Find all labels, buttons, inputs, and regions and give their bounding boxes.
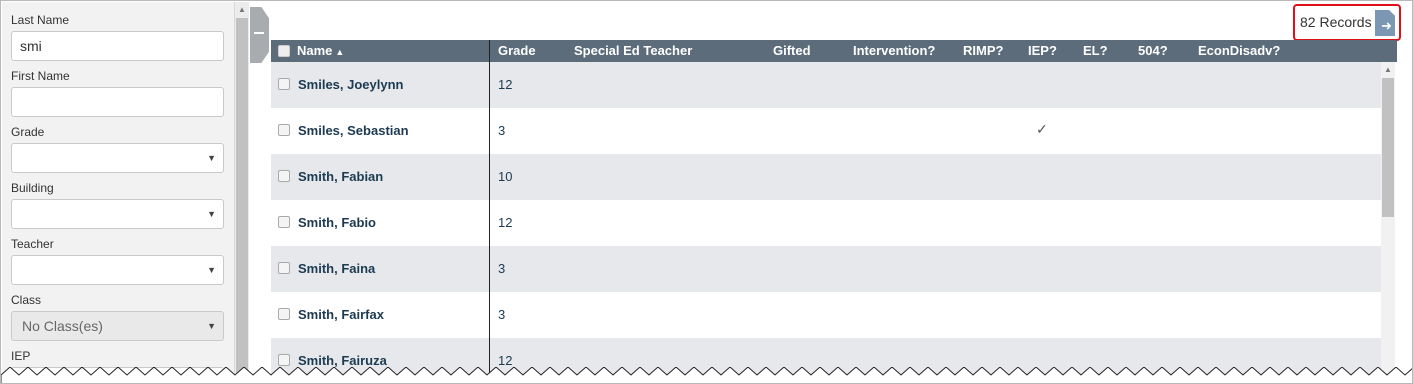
class-label: Class — [11, 293, 42, 307]
scroll-up-icon[interactable]: ▲ — [238, 5, 246, 14]
chevron-down-icon: ▼ — [207, 153, 216, 163]
iep-label: IEP — [11, 349, 31, 363]
minus-icon — [254, 32, 264, 34]
row-checkbox[interactable] — [278, 262, 290, 274]
student-grid: Name ▲ Grade Special Ed Teacher Gifted In… — [271, 40, 1397, 383]
class-field-group: Class No Class(es) ▼ — [11, 292, 225, 341]
records-count: 82 Records — [1300, 14, 1372, 30]
student-grade: 12 — [498, 353, 513, 368]
scroll-up-icon[interactable]: ▲ — [1384, 65, 1392, 74]
grid-header: Name ▲ Grade Special Ed Teacher Gifted In… — [271, 40, 1397, 62]
torn-edge-decoration — [1, 367, 1412, 383]
row-checkbox[interactable] — [278, 216, 290, 228]
class-select-value: No Class(es) — [22, 318, 103, 334]
chevron-down-icon: ▼ — [207, 321, 216, 331]
first-name-field-group: First Name — [11, 68, 225, 117]
arrow-right-icon: ➜ — [1381, 18, 1392, 33]
first-name-label: First Name — [11, 69, 70, 83]
sort-ascending-icon: ▲ — [335, 47, 345, 57]
sidebar-scrollbar[interactable]: ▲ — [235, 2, 249, 383]
frozen-column-divider — [489, 40, 490, 383]
grid-scrollbar-thumb[interactable] — [1382, 78, 1394, 217]
table-row[interactable]: Smith, Faina 3 — [271, 246, 1381, 292]
first-name-input[interactable] — [11, 87, 224, 117]
student-name[interactable]: Smith, Fabian — [298, 169, 383, 184]
sidebar-scrollbar-thumb[interactable] — [236, 18, 248, 383]
student-name[interactable]: Smith, Fairfax — [298, 307, 384, 322]
chevron-down-icon: ▼ — [207, 265, 216, 275]
last-name-input[interactable] — [11, 31, 224, 61]
student-name[interactable]: Smiles, Sebastian — [298, 123, 409, 138]
chevron-down-icon: ▼ — [207, 209, 216, 219]
column-header-504[interactable]: 504? — [1138, 43, 1168, 58]
grade-label: Grade — [11, 125, 45, 139]
grid-scrollbar[interactable]: ▲ — [1381, 62, 1395, 383]
building-select[interactable]: ▼ — [11, 199, 224, 229]
student-name[interactable]: Smith, Fairuza — [298, 353, 387, 368]
student-grade: 3 — [498, 123, 506, 138]
iep-check-icon: ✓ — [1036, 121, 1048, 137]
records-count-box: 82 Records ➜ — [1293, 4, 1401, 41]
collapse-sidebar-button[interactable] — [250, 7, 269, 63]
row-checkbox[interactable] — [278, 78, 290, 90]
row-checkbox[interactable] — [278, 308, 290, 320]
building-label: Building — [11, 181, 54, 195]
row-checkbox[interactable] — [278, 354, 290, 366]
column-header-special-ed-teacher[interactable]: Special Ed Teacher — [574, 43, 692, 58]
column-header-econdisadv[interactable]: EconDisadv? — [1198, 43, 1280, 58]
table-row[interactable]: Smith, Fabian 10 — [271, 154, 1381, 200]
student-grade: 12 — [498, 215, 513, 230]
row-checkbox[interactable] — [278, 124, 290, 136]
select-all-checkbox[interactable] — [278, 45, 290, 57]
column-header-iep[interactable]: IEP? — [1028, 43, 1057, 58]
grid-body: Smiles, Joeylynn 12 Smiles, Sebastian 3 … — [271, 62, 1381, 383]
last-name-field-group: Last Name — [11, 12, 225, 61]
class-select[interactable]: No Class(es) ▼ — [11, 311, 224, 341]
teacher-label: Teacher — [11, 237, 54, 251]
export-icon[interactable]: ➜ — [1375, 10, 1395, 36]
teacher-select[interactable]: ▼ — [11, 255, 224, 285]
student-grade: 12 — [498, 77, 513, 92]
student-name[interactable]: Smith, Faina — [298, 261, 375, 276]
column-header-rimp[interactable]: RIMP? — [963, 43, 1003, 58]
filter-sidebar: Last Name First Name Grade ▼ Building ▼ … — [2, 2, 235, 383]
teacher-field-group: Teacher ▼ — [11, 236, 225, 285]
building-field-group: Building ▼ — [11, 180, 225, 229]
student-list-panel: Last Name First Name Grade ▼ Building ▼ … — [0, 0, 1413, 384]
student-grade: 3 — [498, 261, 506, 276]
grade-select[interactable]: ▼ — [11, 143, 224, 173]
grade-field-group: Grade ▼ — [11, 124, 225, 173]
column-header-grade[interactable]: Grade — [498, 43, 536, 58]
column-header-name[interactable]: Name ▲ — [297, 43, 344, 58]
column-header-gifted[interactable]: Gifted — [773, 43, 811, 58]
table-row[interactable]: Smiles, Sebastian 3 ✓ — [271, 108, 1381, 154]
student-name[interactable]: Smith, Fabio — [298, 215, 376, 230]
column-header-name-label: Name — [297, 43, 333, 58]
student-name[interactable]: Smiles, Joeylynn — [298, 77, 404, 92]
row-checkbox[interactable] — [278, 170, 290, 182]
last-name-label: Last Name — [11, 13, 70, 27]
table-row[interactable]: Smith, Fabio 12 — [271, 200, 1381, 246]
table-row[interactable]: Smith, Fairfax 3 — [271, 292, 1381, 338]
student-grade: 3 — [498, 307, 506, 322]
column-header-intervention[interactable]: Intervention? — [853, 43, 935, 58]
column-header-el[interactable]: EL? — [1083, 43, 1108, 58]
student-grade: 10 — [498, 169, 513, 184]
table-row[interactable]: Smiles, Joeylynn 12 — [271, 62, 1381, 108]
